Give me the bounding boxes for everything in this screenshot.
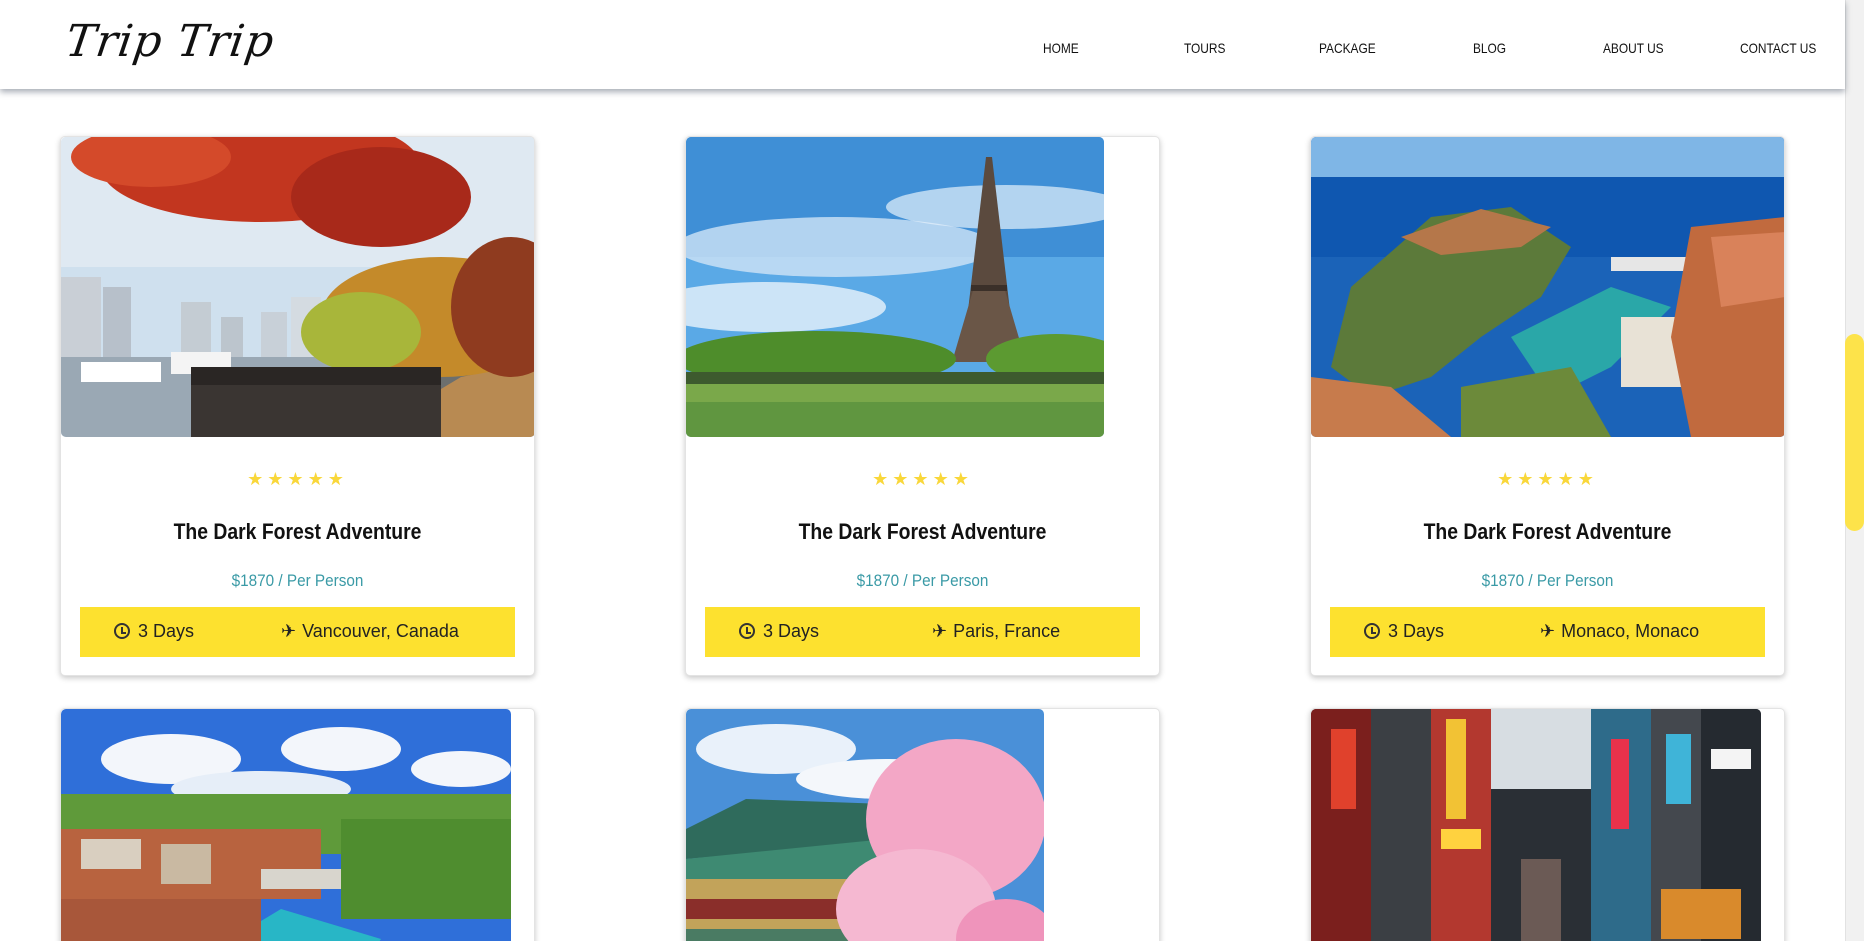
card-price: $1870 / Per Person [231,571,364,590]
location: ✈ Vancouver, Canada [281,621,459,642]
tour-card[interactable] [685,708,1160,941]
card-price: $1870 / Per Person [856,571,989,590]
page: Trip Trip HOME TOURS PACKAGE BLOG ABOUT … [0,0,1864,941]
card-meta-bar: 3 Days ✈ Paris, France [705,607,1140,657]
tour-image-seoul[interactable] [686,709,1044,941]
location: ✈ Monaco, Monaco [1540,621,1699,642]
nav-package[interactable]: PACKAGE [1319,40,1376,56]
tour-image-monaco[interactable] [1311,137,1784,437]
clock-icon [1364,623,1380,639]
tour-image-vancouver[interactable] [61,137,534,437]
duration: 3 Days [1364,621,1444,642]
page-scrollbar-thumb[interactable] [1845,334,1864,531]
tour-card[interactable]: ★★★★★ The Dark Forest Adventure $1870 / … [1310,136,1785,676]
rating-stars: ★★★★★ [247,469,348,489]
plane-icon: ✈ [281,621,297,641]
duration-value: 3 Days [763,621,820,641]
tour-card[interactable] [1310,708,1785,941]
tour-card[interactable]: ★★★★★ The Dark Forest Adventure $1870 / … [685,136,1160,676]
tour-card[interactable] [60,708,535,941]
nav-about[interactable]: ABOUT US [1603,40,1664,56]
tour-image-paris[interactable] [686,137,1104,437]
tour-image-tokyo[interactable] [1311,709,1761,941]
card-title[interactable]: The Dark Forest Adventure [714,519,1130,545]
tour-image-bern[interactable] [61,709,511,941]
location-value: Monaco, Monaco [1561,621,1700,641]
nav-tours[interactable]: TOURS [1184,40,1225,56]
nav-contact[interactable]: CONTACT US [1740,40,1816,56]
location-value: Vancouver, Canada [302,621,459,641]
nav-blog[interactable]: BLOG [1473,40,1506,56]
rating-stars: ★★★★★ [872,469,973,489]
rating-stars: ★★★★★ [1497,469,1598,489]
nav-home[interactable]: HOME [1043,40,1079,56]
card-meta-bar: 3 Days ✈ Vancouver, Canada [80,607,515,657]
duration-value: 3 Days [1388,621,1445,641]
clock-icon [739,623,755,639]
card-title[interactable]: The Dark Forest Adventure [1339,519,1755,545]
duration-value: 3 Days [138,621,195,641]
card-price: $1870 / Per Person [1481,571,1614,590]
plane-icon: ✈ [1540,621,1556,641]
tour-card[interactable]: ★★★★★ The Dark Forest Adventure $1870 / … [60,136,535,676]
plane-icon: ✈ [932,621,948,641]
location-value: Paris, France [953,621,1061,641]
navbar: Trip Trip HOME TOURS PACKAGE BLOG ABOUT … [0,0,1845,89]
duration: 3 Days [739,621,819,642]
clock-icon [114,623,130,639]
card-title[interactable]: The Dark Forest Adventure [89,519,505,545]
card-meta-bar: 3 Days ✈ Monaco, Monaco [1330,607,1765,657]
duration: 3 Days [114,621,194,642]
location: ✈ Paris, France [932,621,1060,642]
logo[interactable]: Trip Trip [62,16,277,67]
